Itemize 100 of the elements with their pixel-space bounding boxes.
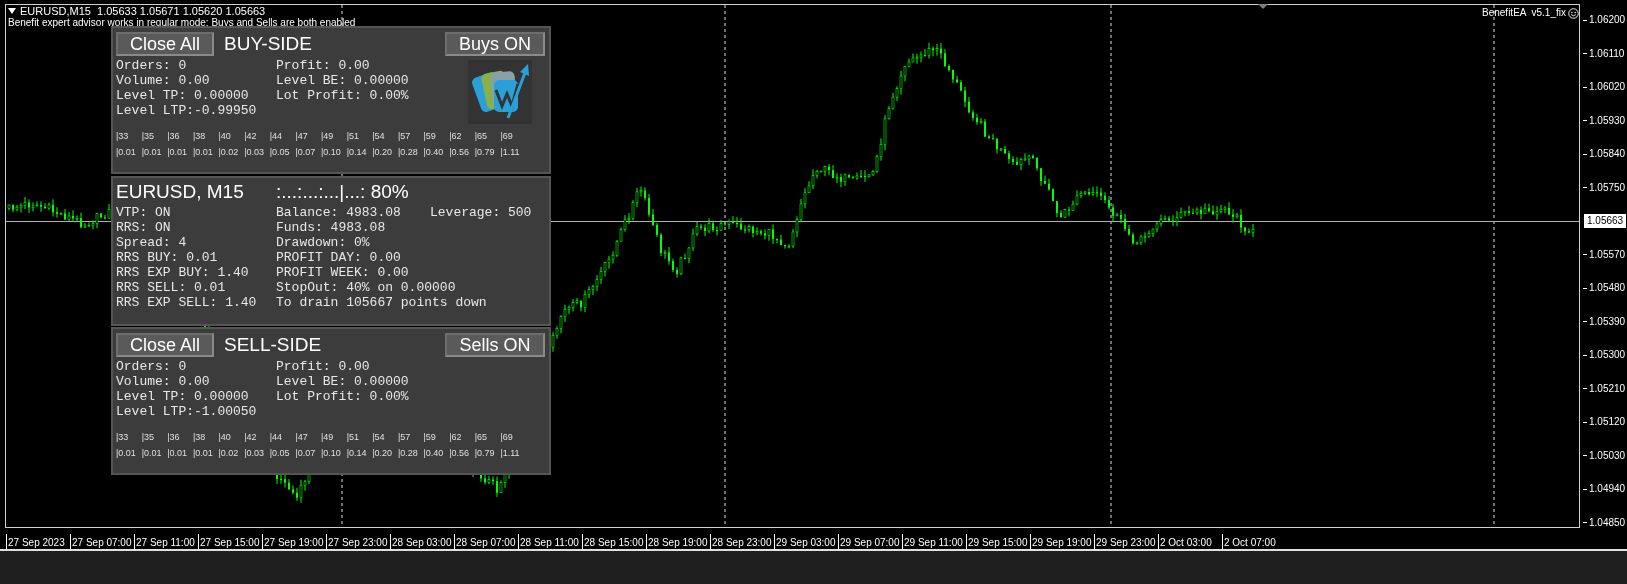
lot-label: |0.10 — [321, 447, 342, 460]
stat-text: Profit: 0.00 — [276, 58, 371, 73]
lot-label: |0.02 — [218, 146, 240, 159]
stat-text: StopOut: 40% on 0.00000 — [276, 280, 457, 295]
level-label: |44 — [269, 130, 284, 143]
lot-label: |0.02 — [218, 447, 240, 460]
stat-text: Drawdown: 0% — [276, 235, 371, 250]
level-label: |69 — [500, 130, 514, 143]
level-label: |33 — [116, 130, 130, 143]
stat-text: Level TP: 0.00000 — [116, 389, 250, 404]
level-label: |59 — [423, 130, 437, 143]
price-label: 1.05120 — [1589, 415, 1626, 430]
price-label: 1.05750 — [1589, 180, 1626, 195]
panel-title: EURUSD, M15 — [116, 181, 245, 203]
lot-label: |0.01 — [141, 447, 163, 460]
stat-text: PROFIT DAY: 0.00 — [276, 250, 402, 265]
price-label: 1.04850 — [1589, 515, 1626, 530]
toggle-button[interactable]: Sells ON — [445, 332, 545, 357]
panel-title: BUY-SIDE — [224, 32, 312, 55]
price-label: 1.06020 — [1589, 80, 1626, 95]
stat-text: Volume: 0.00 — [116, 374, 211, 389]
level-label: |47 — [295, 431, 309, 444]
toggle-button[interactable]: Buys ON — [445, 31, 545, 56]
lot-label: |0.01 — [192, 146, 214, 159]
level-label: |47 — [295, 130, 309, 143]
level-label: |62 — [449, 431, 463, 444]
stat-text: Balance: 4983.08 — [276, 205, 402, 220]
stat-text: PROFIT WEEK: 0.00 — [276, 265, 410, 280]
level-label: |40 — [218, 130, 232, 143]
panel-title: SELL-SIDE — [224, 333, 322, 356]
lot-label: |0.05 — [269, 447, 291, 460]
level-label: |38 — [192, 130, 207, 143]
stat-text: RRS EXP BUY: 1.40 — [116, 265, 250, 280]
current-price-label: 1.05663 — [1584, 214, 1627, 229]
level-label: |51 — [346, 431, 360, 444]
level-label: |54 — [372, 431, 386, 444]
lot-label: |0.03 — [244, 447, 265, 460]
stat-text: RRS: ON — [116, 220, 172, 235]
stat-text: Orders: 0 — [116, 359, 188, 374]
logo-icon — [468, 60, 532, 124]
level-label: |49 — [321, 431, 335, 444]
lot-label: |1.11 — [500, 447, 521, 460]
stat-text: Lot Profit: 0.00% — [276, 88, 410, 103]
price-label: 1.05030 — [1589, 448, 1626, 463]
lot-label: |0.20 — [372, 146, 394, 159]
level-label: |44 — [269, 431, 284, 444]
risk-meter: :...:...:...|...: 80% — [276, 181, 409, 203]
lot-label: |0.01 — [192, 447, 214, 460]
lot-label: |0.40 — [423, 447, 445, 460]
lot-label: |0.79 — [474, 447, 496, 460]
smiley-icon — [1567, 7, 1579, 19]
lot-label: |0.01 — [167, 447, 189, 460]
stat-text: To drain 105667 points down — [276, 295, 488, 310]
lot-label: |0.01 — [116, 447, 137, 460]
lot-label: |0.28 — [397, 146, 419, 159]
level-label: |36 — [167, 431, 181, 444]
stat-text: Level BE: 0.00000 — [276, 374, 410, 389]
level-label: |65 — [474, 130, 489, 143]
price-label: 1.05840 — [1589, 147, 1626, 162]
stat-text: Leverage: 500 — [430, 205, 532, 220]
price-label: 1.04940 — [1589, 482, 1626, 497]
lot-label: |0.14 — [346, 146, 368, 159]
stat-text: VTP: ON — [116, 205, 172, 220]
lot-label: |0.05 — [269, 146, 291, 159]
lot-label: |0.10 — [321, 146, 342, 159]
level-label: |38 — [192, 431, 207, 444]
price-label: 1.05480 — [1589, 281, 1626, 296]
lot-label: |0.56 — [449, 146, 470, 159]
lot-label: |0.79 — [474, 146, 496, 159]
level-label: |36 — [167, 130, 181, 143]
level-label: |57 — [397, 431, 412, 444]
stat-text: Level LTP:-1.00050 — [116, 404, 258, 419]
stat-text: Level TP: 0.00000 — [116, 88, 250, 103]
stat-text: Level LTP:-0.99950 — [116, 103, 258, 118]
shift-marker-icon[interactable] — [1258, 4, 1268, 9]
lot-label: |0.14 — [346, 447, 368, 460]
price-label: 1.05390 — [1589, 314, 1626, 329]
stat-text: RRS SELL: 0.01 — [116, 280, 227, 295]
price-label: 1.05300 — [1589, 348, 1626, 363]
stat-text: Profit: 0.00 — [276, 359, 371, 374]
dropdown-triangle-icon[interactable] — [8, 8, 16, 14]
stat-text: Funds: 4983.08 — [276, 220, 387, 235]
level-label: |65 — [474, 431, 489, 444]
price-label: 1.06200 — [1589, 13, 1626, 27]
level-label: |59 — [423, 431, 437, 444]
stat-text: Lot Profit: 0.00% — [276, 389, 410, 404]
stat-text: RRS EXP SELL: 1.40 — [116, 295, 258, 310]
level-label: |35 — [141, 431, 155, 444]
stat-text: RRS BUY: 0.01 — [116, 250, 219, 265]
close-all-button[interactable]: Close All — [116, 332, 214, 357]
status-text: Benefit expert advisor works in regular mode: Buys and Sells are both enabled — [8, 17, 356, 29]
level-label: |42 — [244, 431, 258, 444]
level-label: |62 — [449, 130, 463, 143]
level-label: |49 — [321, 130, 335, 143]
close-all-button[interactable]: Close All — [116, 31, 214, 56]
level-label: |35 — [141, 130, 155, 143]
lot-label: |0.28 — [397, 447, 419, 460]
lot-label: |1.11 — [500, 146, 521, 159]
stat-text: Orders: 0 — [116, 58, 188, 73]
level-label: |40 — [218, 431, 232, 444]
